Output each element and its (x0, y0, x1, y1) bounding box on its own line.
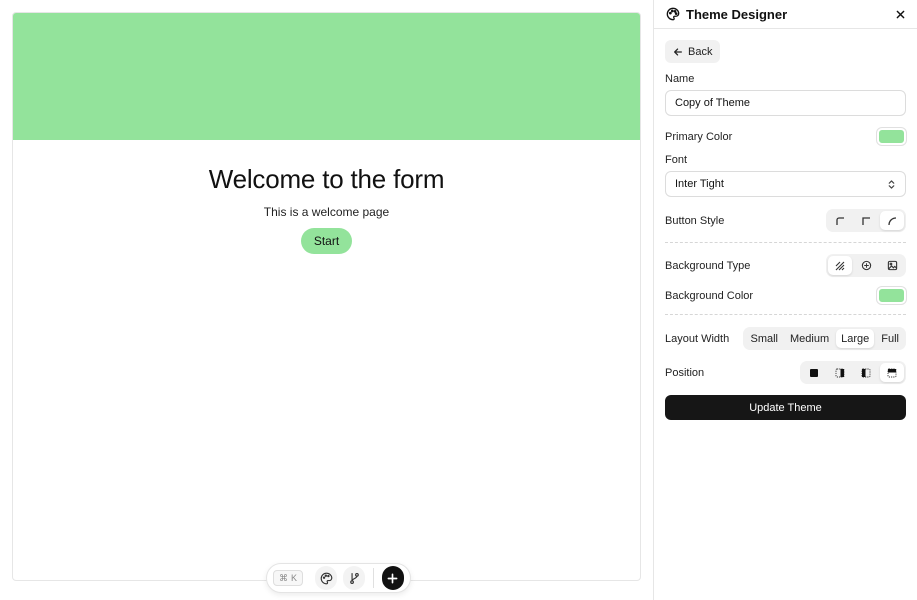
form-body: Welcome to the form This is a welcome pa… (13, 164, 640, 254)
section-divider (665, 314, 906, 315)
form-preview: Welcome to the form This is a welcome pa… (0, 0, 653, 600)
position-top[interactable] (880, 363, 904, 382)
background-type-row: Background Type (665, 254, 906, 277)
position-right[interactable] (828, 363, 852, 382)
position-label: Position (665, 366, 705, 379)
font-label: Font (665, 154, 688, 166)
background-type-pattern[interactable] (828, 256, 852, 275)
toolbar-divider (373, 568, 374, 588)
background-color-row: Background Color (665, 287, 906, 304)
button-style-segmented (826, 209, 906, 232)
panel-header: Theme Designer (654, 0, 917, 29)
button-style-sharp[interactable] (854, 211, 878, 230)
position-row: Position (665, 361, 906, 384)
form-subtitle: This is a welcome page (263, 205, 390, 219)
name-label: Name (665, 73, 695, 85)
image-icon (887, 260, 898, 271)
add-block-button[interactable] (381, 566, 404, 590)
form-card: Welcome to the form This is a welcome pa… (12, 12, 641, 581)
name-value: Copy of Theme (675, 97, 751, 109)
position-full[interactable] (802, 363, 826, 382)
position-full-icon (809, 368, 819, 378)
palette-icon (320, 572, 333, 585)
command-key: ⌘ (279, 572, 288, 583)
rounded-corner-icon (887, 216, 897, 226)
arrow-left-icon (673, 47, 683, 57)
position-top-icon (887, 368, 897, 378)
back-label: Back (688, 45, 713, 58)
plus-icon (387, 573, 398, 584)
font-value: Inter Tight (675, 178, 724, 190)
sharp-corner-icon (861, 216, 871, 226)
primary-color-label: Primary Color (665, 130, 733, 143)
floating-toolbar: ⌘ K (266, 563, 411, 593)
start-button[interactable]: Start (300, 228, 353, 254)
layout-width-large[interactable]: Large (836, 329, 875, 348)
logic-button[interactable] (343, 566, 366, 590)
button-style-rounded[interactable] (880, 211, 904, 230)
background-type-gradient[interactable] (854, 256, 878, 275)
update-theme-button[interactable]: Update Theme (665, 395, 906, 420)
position-left-icon (861, 368, 871, 378)
background-color-label: Background Color (665, 289, 754, 302)
layout-width-small[interactable]: Small (745, 329, 783, 348)
position-segmented (800, 361, 906, 384)
primary-color-row: Primary Color (665, 128, 906, 145)
back-button[interactable]: Back (665, 40, 721, 63)
theme-designer-panel: Theme Designer Back Name Copy of Theme P… (653, 0, 917, 600)
layout-width-row: Layout Width Small Medium Large Full (665, 327, 906, 350)
palette-icon (666, 7, 680, 21)
layout-width-full[interactable]: Full (876, 329, 904, 348)
panel-title: Theme Designer (686, 6, 788, 22)
chevron-up-down-icon (887, 179, 896, 190)
position-right-icon (835, 368, 845, 378)
background-type-label: Background Type (665, 259, 751, 272)
form-banner (13, 13, 640, 140)
name-input[interactable]: Copy of Theme (665, 90, 906, 116)
layout-width-label: Layout Width (665, 332, 730, 345)
theme-button[interactable] (315, 566, 338, 590)
layout-width-segmented: Small Medium Large Full (743, 327, 906, 350)
button-style-label: Button Style (665, 214, 725, 227)
section-divider (665, 242, 906, 243)
square-corner-icon (835, 216, 845, 226)
gradient-icon (861, 260, 872, 271)
background-type-image[interactable] (880, 256, 904, 275)
panel-content: Back Name Copy of Theme Primary Color Fo… (654, 29, 917, 420)
layout-width-medium[interactable]: Medium (785, 329, 834, 348)
background-color-swatch[interactable] (877, 287, 906, 304)
button-style-row: Button Style (665, 209, 906, 232)
k-key: K (291, 573, 298, 583)
command-palette-shortcut[interactable]: ⌘ K (273, 570, 304, 586)
font-select[interactable]: Inter Tight (665, 171, 906, 197)
form-title: Welcome to the form (208, 164, 445, 194)
button-style-square[interactable] (828, 211, 852, 230)
close-button[interactable] (896, 10, 905, 19)
pattern-icon (835, 261, 845, 271)
background-type-segmented (826, 254, 906, 277)
close-icon (896, 10, 905, 19)
primary-color-swatch[interactable] (877, 128, 906, 145)
position-left[interactable] (854, 363, 878, 382)
git-branch-icon (348, 572, 361, 585)
